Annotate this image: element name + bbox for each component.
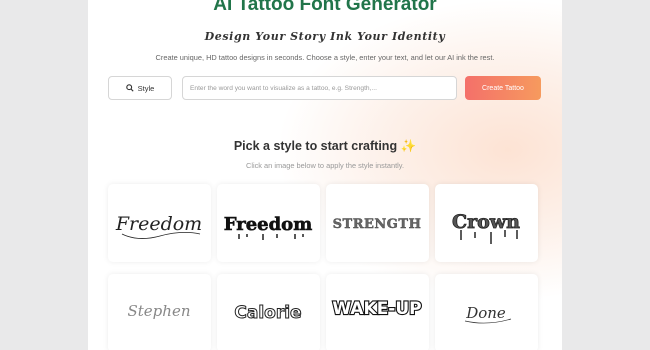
create-tattoo-button[interactable]: Create Tattoo bbox=[465, 76, 541, 100]
style-card-text: WAKE-UP bbox=[332, 299, 421, 319]
style-card-text: Freedom bbox=[224, 214, 313, 235]
style-card-script[interactable]: Freedom bbox=[108, 184, 211, 262]
style-button-label: Style bbox=[137, 83, 155, 93]
search-icon bbox=[125, 79, 134, 97]
section-title-text: Pick a style to start crafting bbox=[233, 139, 398, 153]
style-card-gothic[interactable]: Crown bbox=[435, 184, 538, 262]
style-card-text: Crown bbox=[452, 211, 520, 233]
style-card-stone[interactable]: STRENGTH bbox=[326, 184, 429, 262]
style-card-graffiti[interactable]: WAKE-UP bbox=[326, 274, 429, 350]
style-card-text: STRENGTH bbox=[333, 217, 422, 232]
style-card-text: Stephen bbox=[128, 302, 191, 320]
page-title: AI Tattoo Font Generator bbox=[213, 0, 437, 15]
page-subtitle: Create unique, HD tattoo designs in seco… bbox=[155, 53, 495, 62]
style-button[interactable]: Style bbox=[108, 76, 172, 100]
style-card-signature[interactable]: Done bbox=[435, 274, 538, 350]
tagline: Design Your Story Ink Your Identity bbox=[204, 30, 446, 43]
style-card-blackletter[interactable]: Freedom bbox=[217, 184, 320, 262]
style-card-outline[interactable]: Calorie bbox=[217, 274, 320, 350]
section-title: Pick a style to start crafting ✨ bbox=[88, 139, 562, 154]
style-card-thin-script[interactable]: Stephen bbox=[108, 274, 211, 350]
style-card-text: Freedom bbox=[115, 213, 202, 235]
bee-sparkle-icon: ✨ bbox=[400, 139, 417, 153]
page: AI Tattoo Font Generator Design Your Sto… bbox=[88, 0, 562, 350]
style-card-text: Done bbox=[465, 304, 506, 322]
section-subtitle: Click an image below to apply the style … bbox=[245, 161, 405, 170]
tattoo-text-input[interactable] bbox=[182, 76, 457, 100]
style-card-text: Calorie bbox=[234, 303, 301, 323]
